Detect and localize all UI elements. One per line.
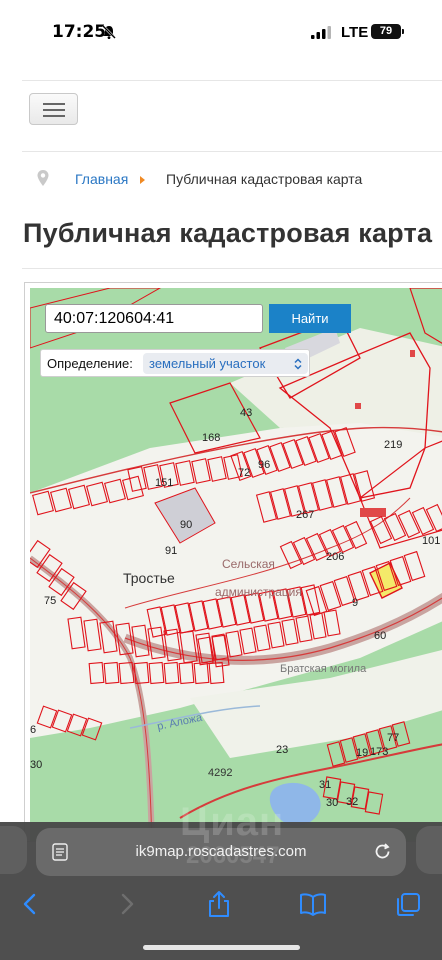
map-parcel-number: 91 — [165, 545, 177, 557]
map-parcel-number: 101 — [422, 535, 440, 547]
map-parcel-number: 72 — [238, 467, 250, 479]
network-type: LTE — [341, 24, 369, 41]
location-pin-icon — [37, 170, 49, 186]
cellular-signal-icon — [311, 26, 331, 39]
page-title: Публичная кадастровая карта — [23, 218, 433, 248]
bookmarks-icon[interactable] — [298, 890, 328, 918]
map-parcel-number: 90 — [180, 519, 192, 531]
breadcrumb-arrow-icon — [140, 176, 145, 184]
header-divider — [22, 80, 442, 81]
bell-slash-icon — [102, 25, 116, 39]
map-parcel-number: 206 — [326, 551, 344, 563]
map-label-admin: администрация — [215, 585, 302, 599]
map-parcel-number: 267 — [296, 509, 314, 521]
map-parcel-number: 43 — [240, 407, 252, 419]
map-parcel-number: 31 — [319, 779, 331, 791]
map-parcel-number: 6 — [30, 724, 36, 736]
definition-value: земельный участок — [149, 356, 266, 371]
find-button[interactable]: Найти — [269, 304, 351, 333]
cadastral-number-input[interactable] — [45, 304, 263, 333]
url-text: ik9map.roscadastres.com — [135, 843, 307, 860]
map-label-road: 4292 — [208, 767, 232, 779]
previous-tab[interactable] — [0, 826, 27, 874]
map-parcel-number: 32 — [346, 796, 358, 808]
map-parcel-number: 60 — [374, 630, 386, 642]
map-parcel-number: 30 — [30, 759, 42, 771]
definition-selector: Определение: земельный участок — [40, 349, 310, 377]
tabs-icon[interactable] — [393, 890, 423, 918]
battery-level: 79 — [379, 25, 393, 37]
map-building — [360, 508, 386, 517]
map-parcel-number: 219 — [384, 439, 402, 451]
breadcrumb: Главная Публичная кадастровая карта — [36, 168, 442, 190]
map-label-memorial: Братская могила — [280, 663, 367, 675]
status-time: 17:25 — [52, 22, 107, 42]
map-label-village: Тростье — [123, 570, 175, 586]
map-parcel-number: 75 — [44, 595, 56, 607]
map-parcel-number: 19 — [356, 747, 368, 759]
map-parcel-number: 77 — [387, 732, 399, 744]
share-icon[interactable] — [204, 890, 234, 918]
battery-tip — [402, 29, 404, 34]
map-parcel-number: 151 — [155, 477, 173, 489]
battery-icon: 79 — [371, 24, 401, 39]
map-building — [410, 350, 415, 357]
reload-icon[interactable] — [373, 842, 392, 861]
map-parcel-number: 30 — [326, 797, 338, 809]
map-parcel-number: 168 — [202, 432, 220, 444]
breadcrumb-current: Публичная кадастровая карта — [166, 171, 363, 187]
map-parcel-number: 173 — [370, 746, 388, 758]
map-parcel-number: 96 — [258, 459, 270, 471]
hamburger-icon-bar — [43, 103, 65, 105]
nav-divider — [22, 151, 442, 152]
map-label-admin: Сельская — [222, 557, 275, 571]
menu-button[interactable] — [29, 93, 78, 125]
map-parcel-number: 9 — [352, 597, 358, 609]
hamburger-icon-bar — [43, 115, 65, 117]
breadcrumb-home-link[interactable]: Главная — [75, 171, 128, 187]
hamburger-icon-bar — [43, 109, 65, 111]
address-bar[interactable]: ik9map.roscadastres.com — [36, 828, 406, 876]
back-icon[interactable] — [16, 890, 46, 918]
definition-label: Определение: — [47, 356, 133, 371]
map-parcel-number: 23 — [276, 744, 288, 756]
next-tab[interactable] — [416, 826, 442, 874]
definition-dropdown[interactable]: земельный участок — [143, 353, 308, 374]
title-divider — [22, 268, 442, 269]
forward-icon[interactable] — [111, 890, 141, 918]
map-building — [355, 403, 361, 409]
status-bar: 17:25 LTE 79 — [0, 0, 442, 62]
home-indicator — [143, 945, 300, 950]
chevron-updown-icon — [294, 358, 302, 370]
